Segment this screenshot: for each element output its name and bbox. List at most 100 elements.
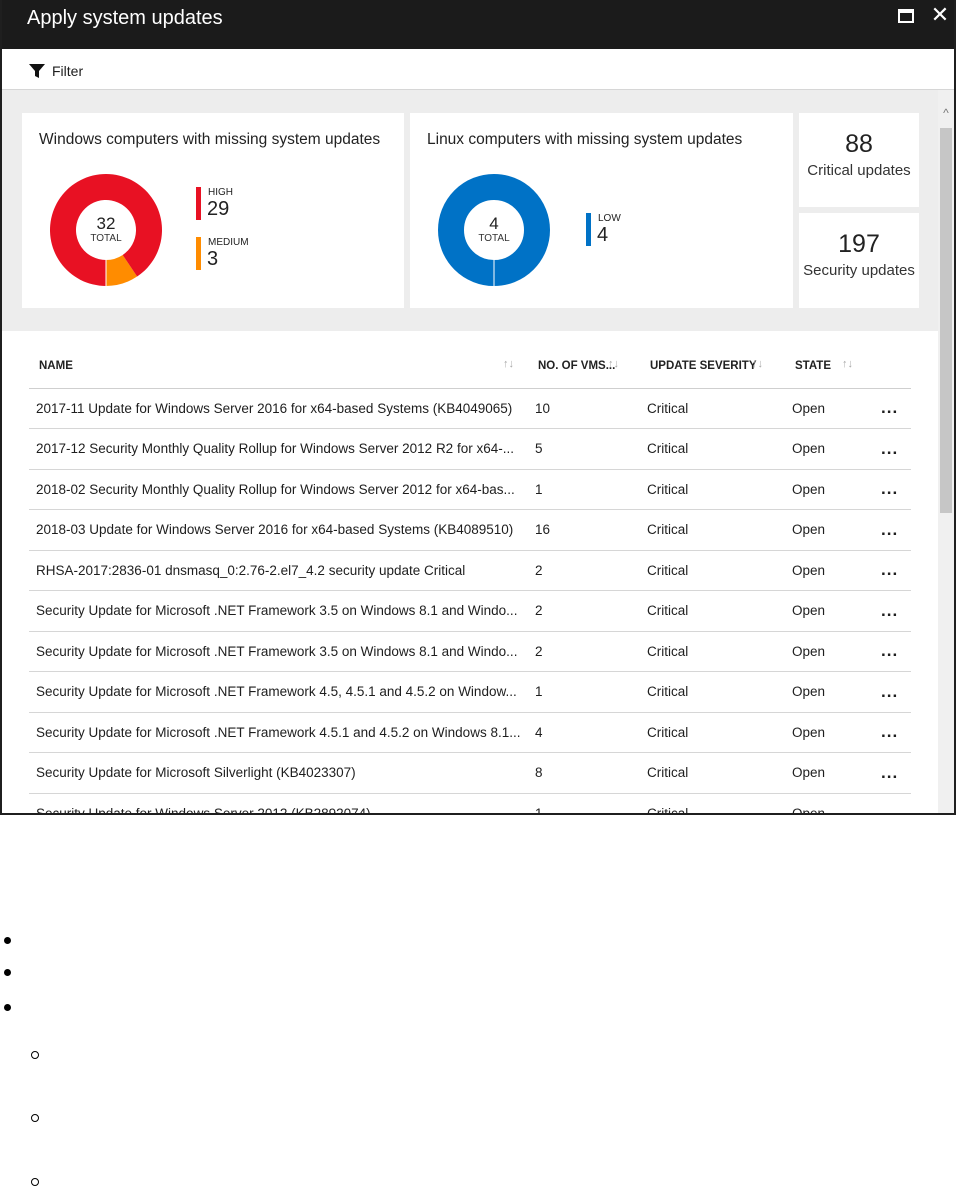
state-cell: Open — [785, 793, 861, 813]
state-cell: Open — [785, 752, 861, 794]
scrollbar-thumb[interactable] — [940, 128, 952, 513]
vm-count-cell: 1 — [528, 793, 640, 813]
more-actions-icon[interactable]: ... — [861, 752, 911, 794]
legend-high-value: 29 — [207, 198, 230, 220]
column-header-actions — [861, 344, 911, 389]
table-row[interactable]: 2017-12 Security Monthly Quality Rollup … — [29, 428, 911, 470]
table-row[interactable]: Security Update for Windows Server 2012 … — [29, 793, 911, 813]
vertical-scrollbar[interactable]: ^ — [938, 90, 954, 813]
more-actions-icon[interactable]: ... — [861, 793, 911, 813]
more-actions-icon[interactable]: ... — [861, 509, 911, 551]
table-row[interactable]: Security Update for Microsoft Silverligh… — [29, 752, 911, 794]
more-actions-icon[interactable]: ... — [861, 590, 911, 632]
scroll-up-arrow-icon[interactable]: ^ — [938, 106, 954, 122]
state-cell: Open — [785, 671, 861, 713]
linux-donut-center: 4 TOTAL — [435, 171, 553, 289]
state-cell: Open — [785, 590, 861, 632]
bullet-dot-icon — [4, 937, 11, 944]
table-row[interactable]: Security Update for Microsoft .NET Frame… — [29, 631, 911, 672]
blade-title: Apply system updates — [27, 7, 223, 29]
maximize-icon[interactable] — [898, 9, 914, 23]
state-cell: Open — [785, 631, 861, 672]
sub-bullet-circle-icon — [31, 1051, 39, 1059]
linux-tile-title: Linux computers with missing system upda… — [427, 131, 743, 148]
more-actions-icon[interactable]: ... — [861, 550, 911, 591]
blade-content: Windows computers with missing system up… — [2, 90, 938, 813]
bullet-dot-icon — [4, 1004, 11, 1011]
update-name-cell: RHSA-2017:2836-01 dnsmasq_0:2.76-2.el7_4… — [29, 550, 528, 591]
column-header-state-label: STATE — [795, 359, 831, 372]
severity-cell: Critical — [640, 631, 785, 672]
update-name-cell: Security Update for Microsoft .NET Frame… — [29, 590, 528, 632]
vm-count-cell: 2 — [528, 590, 640, 632]
more-actions-icon[interactable]: ... — [861, 671, 911, 713]
table-row[interactable]: 2018-03 Update for Windows Server 2016 f… — [29, 509, 911, 551]
table-row[interactable]: 2017-11 Update for Windows Server 2016 f… — [29, 388, 911, 429]
table-header-row: NAME ↑↓ NO. OF VMS... ↑↓ UPDATE SEVERITY… — [29, 344, 911, 389]
severity-cell: Critical — [640, 388, 785, 429]
severity-cell: Critical — [640, 793, 785, 813]
linux-total-label: TOTAL — [478, 233, 510, 244]
severity-cell: Critical — [640, 590, 785, 632]
linux-total-value: 4 — [489, 214, 499, 233]
windows-missing-updates-tile[interactable]: Windows computers with missing system up… — [22, 113, 404, 308]
vm-count-cell: 10 — [528, 388, 640, 429]
security-updates-count: 197 — [838, 230, 880, 258]
table-row[interactable]: Security Update for Microsoft .NET Frame… — [29, 712, 911, 753]
critical-updates-label: Critical updates — [807, 162, 911, 179]
vm-count-cell: 1 — [528, 671, 640, 713]
more-actions-icon[interactable]: ... — [861, 428, 911, 470]
table-row[interactable]: 2018-02 Security Monthly Quality Rollup … — [29, 469, 911, 510]
linux-missing-updates-tile[interactable]: Linux computers with missing system upda… — [410, 113, 793, 308]
critical-updates-count: 88 — [845, 130, 873, 158]
severity-cell: Critical — [640, 712, 785, 753]
legend-medium-value: 3 — [207, 248, 219, 270]
table-row[interactable]: Security Update for Microsoft .NET Frame… — [29, 590, 911, 632]
legend-medium-label: MEDIUM — [208, 237, 249, 248]
column-header-name[interactable]: NAME ↑↓ — [29, 344, 528, 389]
state-cell: Open — [785, 712, 861, 753]
sub-bullet-circle-icon — [31, 1178, 39, 1186]
vm-count-cell: 2 — [528, 631, 640, 672]
security-updates-tile[interactable]: 197 Security updates — [799, 213, 919, 308]
more-actions-icon[interactable]: ... — [861, 469, 911, 510]
sort-vms-icon[interactable]: ↑↓ — [608, 358, 619, 370]
update-name-cell: 2018-02 Security Monthly Quality Rollup … — [29, 469, 528, 510]
sort-state-icon[interactable]: ↑↓ — [842, 358, 853, 370]
table-row[interactable]: RHSA-2017:2836-01 dnsmasq_0:2.76-2.el7_4… — [29, 550, 911, 591]
bullet-dot-icon — [4, 969, 11, 976]
update-name-cell: Security Update for Microsoft .NET Frame… — [29, 712, 528, 753]
legend-medium-swatch — [196, 237, 201, 270]
toolbar: Filter — [2, 49, 954, 90]
sort-severity-icon[interactable]: ↑↓ — [752, 358, 763, 370]
vm-count-cell: 4 — [528, 712, 640, 753]
more-actions-icon[interactable]: ... — [861, 388, 911, 429]
windows-total-value: 32 — [96, 214, 116, 233]
filter-label: Filter — [52, 63, 84, 79]
legend-high-label: HIGH — [208, 187, 233, 198]
apply-system-updates-blade: Apply system updates ✕ Filter Windows co… — [0, 0, 956, 815]
severity-cell: Critical — [640, 509, 785, 551]
more-actions-icon[interactable]: ... — [861, 631, 911, 672]
vm-count-cell: 2 — [528, 550, 640, 591]
column-header-vms[interactable]: NO. OF VMS... ↑↓ — [528, 344, 640, 389]
table-row[interactable]: Security Update for Microsoft .NET Frame… — [29, 671, 911, 713]
more-actions-icon[interactable]: ... — [861, 712, 911, 753]
severity-cell: Critical — [640, 671, 785, 713]
column-header-severity[interactable]: UPDATE SEVERITY ↑↓ — [640, 344, 785, 389]
close-icon[interactable]: ✕ — [928, 3, 952, 27]
windows-tile-title: Windows computers with missing system up… — [39, 131, 381, 148]
filter-button[interactable]: Filter — [28, 61, 83, 81]
vm-count-cell: 1 — [528, 469, 640, 510]
severity-cell: Critical — [640, 469, 785, 510]
sub-bullet-circle-icon — [31, 1114, 39, 1122]
state-cell: Open — [785, 469, 861, 510]
update-name-cell: 2018-03 Update for Windows Server 2016 f… — [29, 509, 528, 551]
column-header-vms-label: NO. OF VMS... — [538, 359, 616, 372]
sort-name-icon[interactable]: ↑↓ — [503, 358, 514, 370]
vm-count-cell: 8 — [528, 752, 640, 794]
column-header-state[interactable]: STATE ↑↓ — [785, 344, 861, 389]
column-header-name-label: NAME — [39, 359, 73, 372]
critical-updates-tile[interactable]: 88 Critical updates — [799, 113, 919, 207]
update-name-cell: 2017-12 Security Monthly Quality Rollup … — [29, 428, 528, 470]
